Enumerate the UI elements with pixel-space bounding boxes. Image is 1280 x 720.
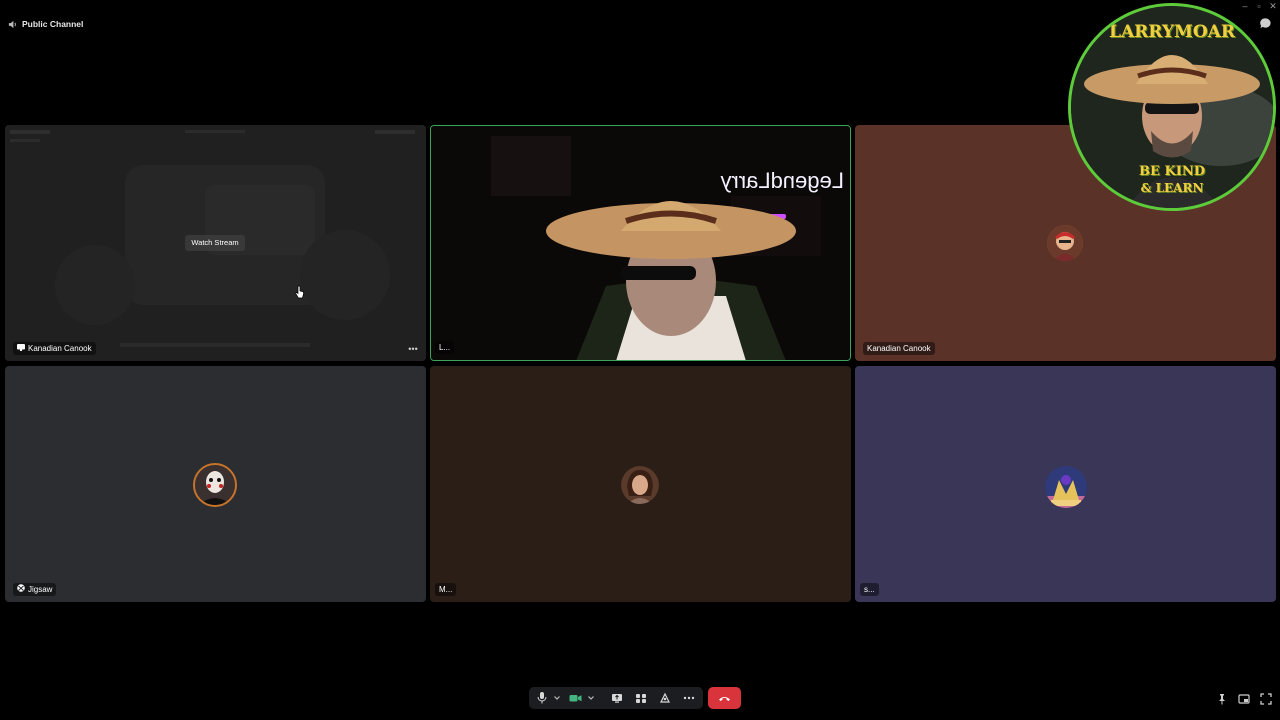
pin-icon[interactable] [1216,692,1228,705]
tile-nameplate: Kanadian Canook [13,342,96,355]
participant-name: Kanadian Canook [867,344,931,353]
maximize-icon[interactable]: ▫ [1254,1,1264,11]
tile-nameplate: s... [860,583,879,596]
call-controls [529,687,703,709]
avatar [1047,225,1083,261]
logo-top-text: LARRYMOAR [1109,22,1235,42]
chevron-down-icon[interactable] [587,691,595,705]
participant-name: M... [439,585,453,594]
channel-header: Public Channel [8,17,83,31]
participant-name: Jigsaw [28,585,53,594]
avatar [1045,466,1087,508]
stream-icon [17,342,25,355]
logo-bottom-text-1: BE KIND [1139,164,1205,179]
xbox-icon [17,583,25,596]
avatar [621,466,659,504]
end-call-icon [719,697,730,701]
tile-nameplate: Jigsaw [13,583,57,596]
chevron-down-icon[interactable] [553,691,561,705]
participant-name: L... [439,343,451,352]
tile-nameplate: L... [435,341,455,354]
watch-stream-button[interactable]: Watch Stream [185,235,245,251]
screen-share-icon[interactable] [611,691,623,705]
camera-feed: LegendLarry [431,126,850,360]
avatar [193,463,237,507]
activities-icon[interactable] [635,691,647,705]
fullscreen-icon[interactable] [1260,692,1272,705]
participant-name: Kanadian Canook [28,344,92,353]
more-icon[interactable] [683,691,695,705]
participant-name: s... [864,585,875,594]
overlay-logo: LARRYMOAR BE KIND & LEARN [1068,3,1276,211]
end-call-button[interactable] [708,687,741,709]
title-bar: – ▫ ✕ [0,0,1280,12]
camera-tile[interactable]: LegendLarry L... [430,125,851,361]
soundboard-icon[interactable] [659,691,671,705]
tile-nameplate: Kanadian Canook [863,342,935,355]
minimize-icon[interactable]: – [1240,1,1250,11]
tile-nameplate: M... [435,583,457,596]
participant-tile[interactable]: M... [430,366,851,602]
logo-bottom-text-2: & LEARN [1140,181,1204,195]
close-icon[interactable]: ✕ [1268,1,1278,11]
participant-tile[interactable]: s... [855,366,1276,602]
mouse-cursor [295,285,305,299]
participant-tile[interactable]: Jigsaw [5,366,426,602]
channel-name: Public Channel [22,19,84,29]
speaker-icon [8,20,17,29]
microphone-icon[interactable] [537,691,547,705]
more-options-icon[interactable]: ••• [405,343,421,355]
pop-out-icon[interactable] [1238,692,1250,704]
svg-text:LegendLarry: LegendLarry [720,168,844,193]
camera-icon[interactable] [569,691,582,705]
